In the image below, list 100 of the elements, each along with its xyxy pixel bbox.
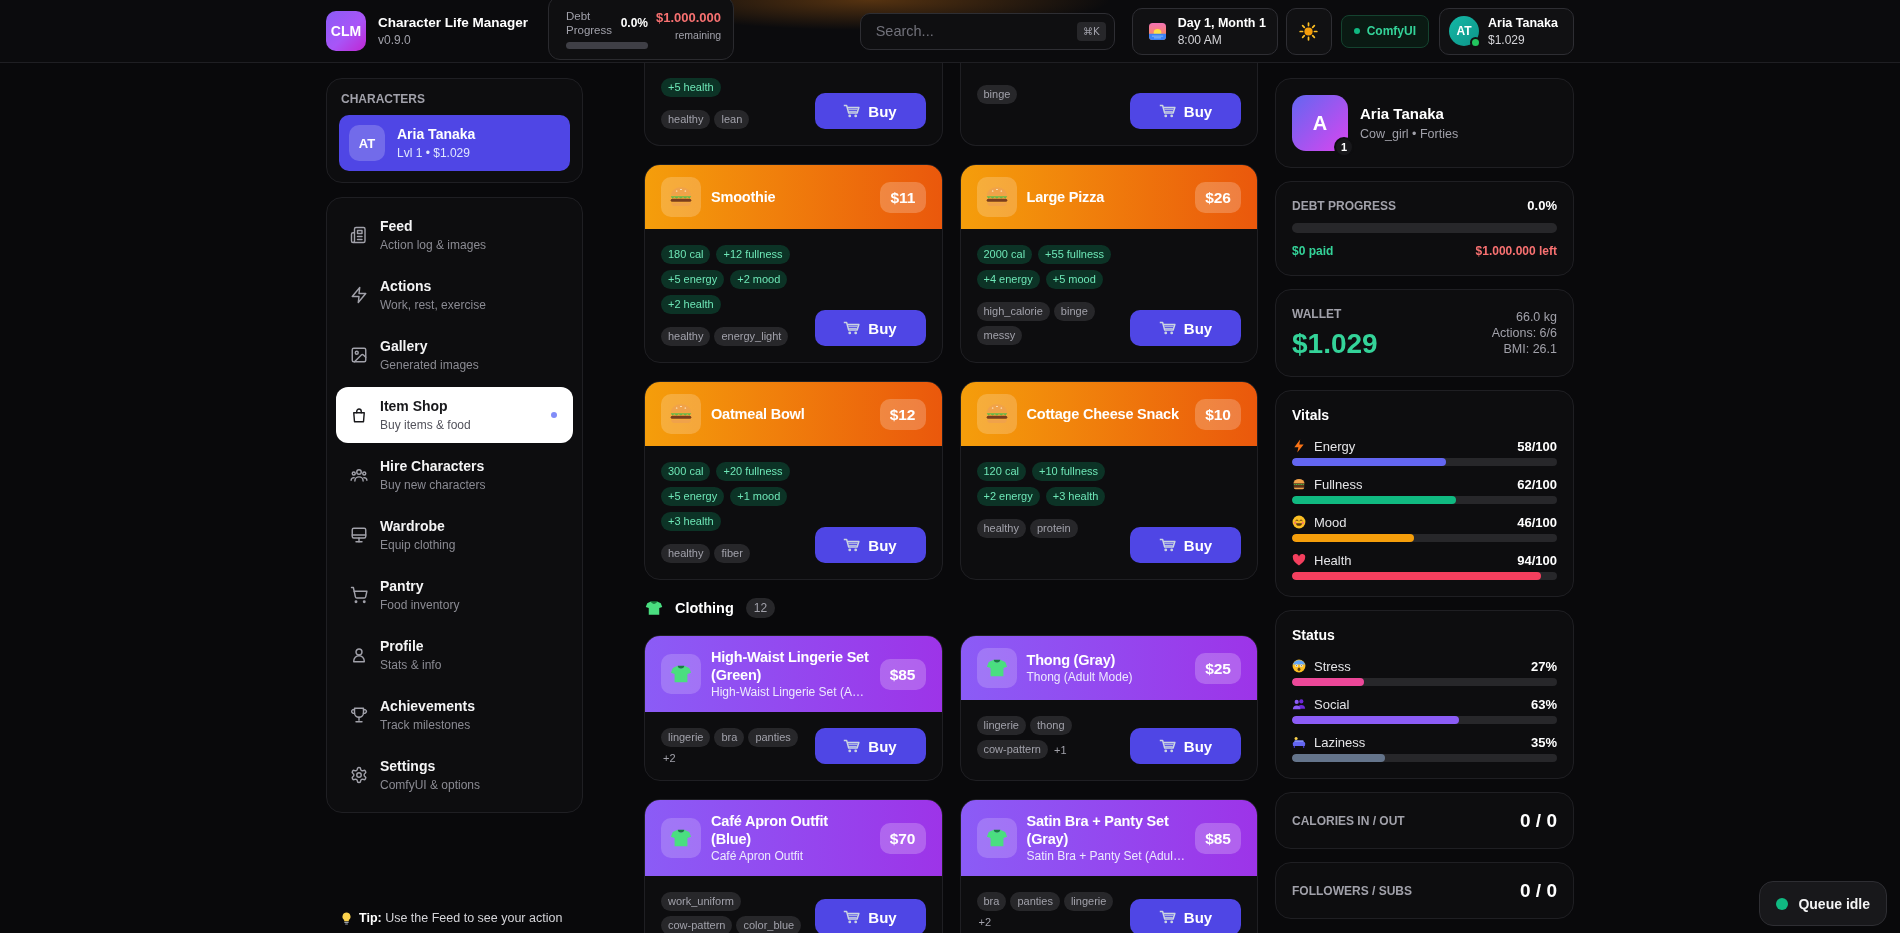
- effect-tag: +2 mood: [730, 270, 788, 289]
- lightning-icon: [1292, 439, 1306, 453]
- effect-tag: +5 energy: [661, 270, 725, 289]
- debt-percent: 0.0%: [1527, 198, 1557, 214]
- vital-value: 46/100: [1517, 514, 1557, 530]
- effect-tag: 120 cal: [976, 462, 1026, 481]
- buy-button[interactable]: Buy: [1130, 899, 1241, 933]
- nav-description: Food inventory: [380, 598, 461, 612]
- nav-item[interactable]: Wardrobe Equip clothing: [336, 507, 573, 563]
- shirt-icon: [661, 654, 701, 694]
- nav-description: Track milestones: [380, 718, 472, 732]
- burger-icon: [661, 394, 701, 434]
- more-tags-count: +2: [662, 752, 677, 764]
- nav-label: Feed: [380, 218, 414, 234]
- item-tag: color_blue: [736, 916, 802, 933]
- vital-label: Mood: [1314, 514, 1348, 530]
- item-tag: bra: [714, 728, 745, 747]
- item-tag: protein: [1030, 519, 1078, 538]
- buy-button[interactable]: Buy: [814, 899, 926, 933]
- item-tag: thong: [1029, 716, 1072, 735]
- nav-item[interactable]: Profile Stats & info: [336, 627, 573, 683]
- smiley-icon: [1292, 515, 1306, 529]
- shirt-icon: [976, 648, 1017, 688]
- nav-item[interactable]: Feed Action log & images: [336, 207, 573, 263]
- nav-label: Item Shop: [380, 398, 449, 414]
- nav-item[interactable]: Item Shop Buy items & food: [336, 387, 573, 443]
- buy-button[interactable]: Buy: [1130, 527, 1241, 563]
- heart-icon: [1292, 553, 1306, 567]
- nav-item[interactable]: Actions Work, rest, exercise: [336, 267, 573, 323]
- item-name: Thong (Gray): [1026, 651, 1117, 669]
- profile-name: Aria Tanaka: [1360, 105, 1445, 122]
- item-tag: cow-pattern: [976, 740, 1048, 759]
- buy-button[interactable]: Buy: [814, 93, 926, 129]
- effect-tag: 180 cal: [661, 245, 711, 264]
- buy-button[interactable]: Buy: [814, 310, 926, 346]
- stat-value: 0 / 0: [1520, 879, 1557, 902]
- cart-icon: [843, 321, 861, 335]
- profile-subtitle: Cow_girl • Forties: [1360, 127, 1459, 141]
- item-tag: lingerie: [661, 728, 711, 747]
- queue-label: Queue idle: [1798, 895, 1870, 912]
- effect-tag: +2 energy: [976, 487, 1040, 506]
- tip-text: Tip: Use the Feed to see your action: [359, 911, 563, 925]
- people-icon: [350, 466, 368, 484]
- wallet-stat: BMI: 26.1: [1503, 341, 1557, 357]
- wallet-stat: 66.0 kg: [1516, 309, 1557, 325]
- nav-item[interactable]: Hire Characters Buy new characters: [336, 447, 573, 503]
- price-tag: $85: [1195, 822, 1241, 854]
- item-name: Smoothie: [711, 188, 777, 206]
- item-tag: cow-pattern: [661, 916, 733, 933]
- buy-button[interactable]: Buy: [1130, 310, 1241, 346]
- nav-description: Work, rest, exercise: [380, 298, 487, 312]
- character-name: Aria Tanaka: [397, 126, 476, 142]
- nav-label: Profile: [380, 638, 425, 654]
- buy-button[interactable]: Buy: [814, 728, 926, 764]
- app-title: Character Life Manager: [378, 15, 529, 30]
- cart-icon: [350, 586, 368, 604]
- burger-icon: [661, 177, 701, 217]
- nav-item[interactable]: Pantry Food inventory: [336, 567, 573, 623]
- item-description: High-Waist Lingerie Set (A…: [711, 685, 865, 700]
- stat-label: CALORIES IN / OUT: [1292, 812, 1405, 829]
- vital-value: 62/100: [1517, 476, 1557, 492]
- effect-tag: +5 mood: [1045, 270, 1103, 289]
- price-tag: $70: [879, 822, 926, 854]
- trophy-icon: [350, 706, 368, 724]
- buy-button[interactable]: Buy: [1130, 728, 1241, 764]
- character-item[interactable]: AT Aria Tanaka Lvl 1 • $1.029: [339, 115, 570, 171]
- user-name: Aria Tanaka: [1488, 15, 1558, 30]
- vital-label: Health: [1314, 552, 1353, 568]
- more-tags-count: +1: [1053, 743, 1068, 756]
- effect-tag: +3 health: [1045, 487, 1106, 506]
- item-tag: healthy: [661, 544, 711, 563]
- effect-tag: 2000 cal: [976, 245, 1033, 264]
- status-heading: Status: [1292, 627, 1336, 643]
- effect-tag: +3 health: [661, 512, 721, 531]
- buy-button[interactable]: Buy: [814, 527, 926, 563]
- wallet-heading: WALLET: [1292, 306, 1343, 322]
- vital-label: Energy: [1314, 438, 1357, 454]
- debt-label: Debt Progress: [566, 9, 614, 37]
- item-name: Café Apron Outfit (Blue): [711, 812, 829, 848]
- couch-icon: [1292, 735, 1306, 749]
- cart-icon: [1158, 321, 1176, 335]
- status-label: Social: [1314, 696, 1351, 712]
- item-name: Oatmeal Bowl: [711, 405, 806, 423]
- sunrise-icon: [1148, 22, 1166, 40]
- people-icon: [1292, 697, 1306, 711]
- effect-tag: +1 mood: [730, 487, 788, 506]
- vitals-heading: Vitals: [1292, 407, 1331, 423]
- item-name: Cottage Cheese Snack: [1026, 405, 1180, 423]
- nav-item[interactable]: Achievements Track milestones: [336, 687, 573, 743]
- buy-button[interactable]: Buy: [1130, 93, 1241, 129]
- cart-icon: [843, 739, 861, 753]
- nav-item[interactable]: Gallery Generated images: [336, 327, 573, 383]
- item-tag: lingerie: [976, 716, 1026, 735]
- nav-item[interactable]: Settings ComfyUI & options: [336, 747, 573, 803]
- theme-button[interactable]: [1285, 7, 1332, 55]
- debt-remaining: $1.000.000 left: [1475, 243, 1557, 259]
- cart-icon: [1158, 910, 1176, 924]
- item-name: Satin Bra + Panty Set (Gray): [1026, 812, 1170, 848]
- nav-description: ComfyUI & options: [380, 778, 482, 792]
- user-menu-button[interactable]: AT Aria Tanaka $1.029: [1439, 7, 1574, 55]
